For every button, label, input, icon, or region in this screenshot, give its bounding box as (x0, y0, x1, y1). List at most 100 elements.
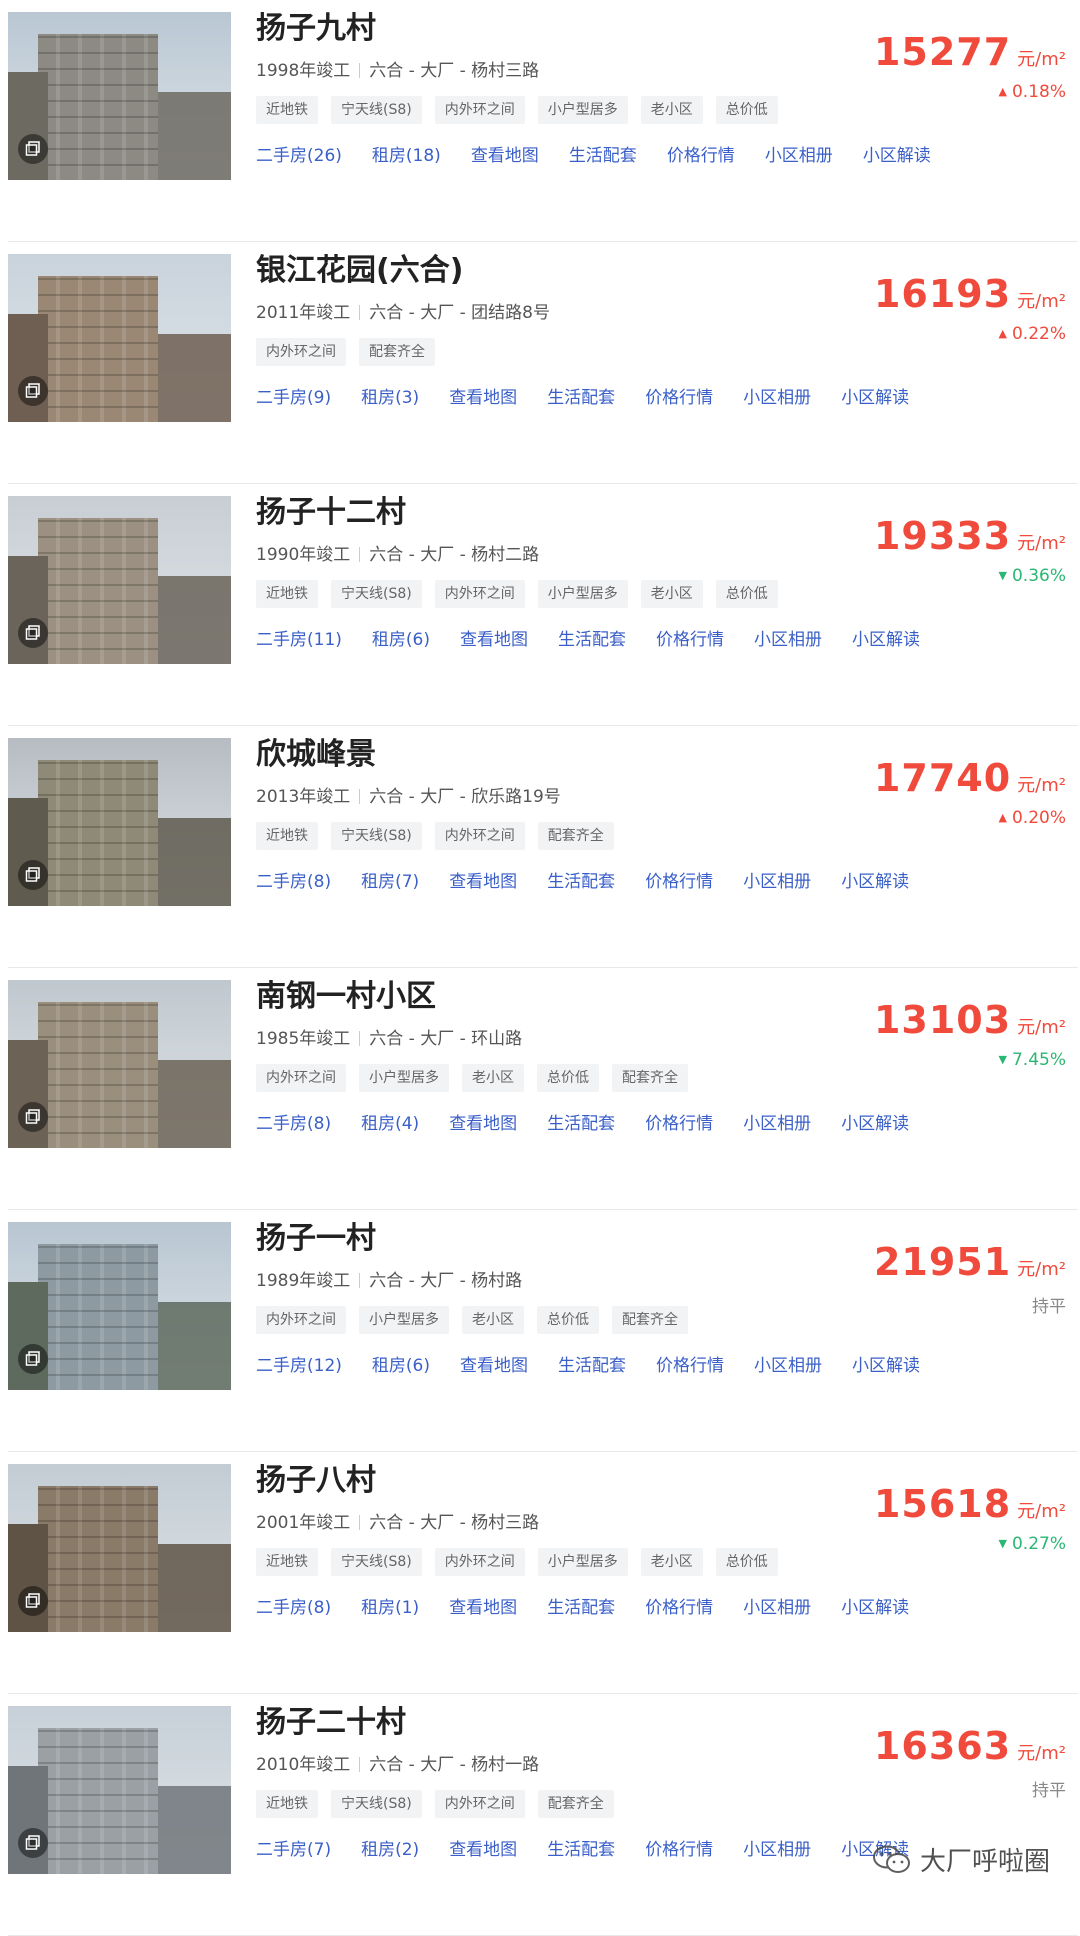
action-link[interactable]: 生活配套 (547, 388, 615, 408)
community-name[interactable]: 银江花园(六合) (256, 252, 896, 290)
community-photo[interactable] (8, 12, 231, 180)
action-link[interactable]: 价格行情 (645, 1114, 713, 1134)
community-photo[interactable] (8, 980, 231, 1148)
action-link[interactable]: 查看地图 (449, 872, 517, 892)
action-link[interactable]: 生活配套 (558, 630, 626, 650)
action-link[interactable]: 查看地图 (449, 388, 517, 408)
action-link[interactable]: 二手房(26) (256, 146, 342, 166)
meta-divider (359, 1757, 361, 1772)
action-link[interactable]: 生活配套 (547, 872, 615, 892)
action-link[interactable]: 查看地图 (460, 1356, 528, 1376)
action-link[interactable]: 查看地图 (449, 1114, 517, 1134)
action-link[interactable]: 小区解读 (841, 1598, 909, 1618)
community-photo[interactable] (8, 254, 231, 422)
action-link[interactable]: 租房(3) (361, 388, 419, 408)
community-item[interactable]: 扬子一村 1989年竣工 六合 - 大厂 - 杨村路 内外环之间 小户型居多 老小区 总价低… (0, 1210, 1080, 1452)
action-link[interactable]: 价格行情 (656, 630, 724, 650)
action-link[interactable]: 租房(7) (361, 872, 419, 892)
action-link[interactable]: 小区解读 (841, 1114, 909, 1134)
feature-tag: 老小区 (640, 580, 703, 608)
action-link[interactable]: 生活配套 (547, 1840, 615, 1860)
community-info: 扬子二十村 2010年竣工 六合 - 大厂 - 杨村一路 近地铁 宁天线(S8) 内外环之… (256, 1704, 909, 1862)
action-link[interactable]: 二手房(9) (256, 388, 331, 408)
action-link[interactable]: 二手房(8) (256, 1598, 331, 1618)
photo-album-icon[interactable] (18, 1344, 48, 1374)
action-link[interactable]: 小区解读 (841, 388, 909, 408)
action-link[interactable]: 二手房(8) (256, 1114, 331, 1134)
action-link[interactable]: 生活配套 (569, 146, 637, 166)
community-item[interactable]: 扬子十二村 1990年竣工 六合 - 大厂 - 杨村二路 近地铁 宁天线(S8) 内外环之… (0, 484, 1080, 726)
action-link[interactable]: 小区解读 (863, 146, 931, 166)
community-photo[interactable] (8, 738, 231, 906)
community-item[interactable]: 扬子八村 2001年竣工 六合 - 大厂 - 杨村三路 近地铁 宁天线(S8) 内外环之间… (0, 1452, 1080, 1694)
action-link[interactable]: 生活配套 (558, 1356, 626, 1376)
action-link[interactable]: 价格行情 (645, 388, 713, 408)
action-link[interactable]: 查看地图 (460, 630, 528, 650)
community-item[interactable]: 扬子九村 1998年竣工 六合 - 大厂 - 杨村三路 近地铁 宁天线(S8) 内外环之间… (0, 0, 1080, 242)
action-link[interactable]: 租房(6) (372, 1356, 430, 1376)
action-link[interactable]: 租房(1) (361, 1598, 419, 1618)
action-link[interactable]: 小区相册 (754, 1356, 822, 1376)
action-link[interactable]: 小区解读 (841, 872, 909, 892)
action-link[interactable]: 租房(18) (372, 146, 441, 166)
action-link[interactable]: 小区相册 (754, 630, 822, 650)
photo-album-icon[interactable] (18, 860, 48, 890)
price-unit: 元/m² (1017, 1017, 1066, 1038)
community-item[interactable]: 银江花园(六合) 2011年竣工 六合 - 大厂 - 团结路8号 内外环之间 配套齐全二… (0, 242, 1080, 484)
community-item[interactable]: 扬子二十村 2010年竣工 六合 - 大厂 - 杨村一路 近地铁 宁天线(S8) 内外环之… (0, 1694, 1080, 1936)
community-name[interactable]: 扬子九村 (256, 10, 896, 48)
price-value: 21951 (873, 1240, 1012, 1284)
community-photo[interactable] (8, 1464, 231, 1632)
action-link[interactable]: 查看地图 (449, 1598, 517, 1618)
price-unit: 元/m² (1017, 775, 1066, 796)
action-link[interactable]: 价格行情 (645, 1598, 713, 1618)
action-link[interactable]: 租房(4) (361, 1114, 419, 1134)
community-name[interactable]: 扬子二十村 (256, 1704, 896, 1742)
action-link[interactable]: 二手房(8) (256, 872, 331, 892)
feature-tag: 小户型居多 (359, 1306, 449, 1334)
action-link[interactable]: 价格行情 (645, 872, 713, 892)
price-value: 15618 (873, 1482, 1012, 1526)
community-name[interactable]: 扬子十二村 (256, 494, 896, 532)
community-photo[interactable] (8, 1706, 231, 1874)
action-link[interactable]: 价格行情 (645, 1840, 713, 1860)
action-link[interactable]: 生活配套 (547, 1114, 615, 1134)
community-item[interactable]: 欣城峰景 2013年竣工 六合 - 大厂 - 欣乐路19号 近地铁 宁天线(S8) 内外环… (0, 726, 1080, 968)
action-link[interactable]: 小区相册 (743, 1840, 811, 1860)
action-link[interactable]: 租房(6) (372, 630, 430, 650)
action-link[interactable]: 二手房(11) (256, 630, 342, 650)
action-link[interactable]: 小区解读 (852, 1356, 920, 1376)
photo-album-icon[interactable] (18, 376, 48, 406)
action-link[interactable]: 小区解读 (852, 630, 920, 650)
action-link[interactable]: 小区相册 (743, 872, 811, 892)
photo-album-icon[interactable] (18, 1828, 48, 1858)
photo-album-icon[interactable] (18, 1586, 48, 1616)
community-name[interactable]: 扬子一村 (256, 1220, 896, 1258)
action-link[interactable]: 价格行情 (656, 1356, 724, 1376)
action-link[interactable]: 价格行情 (667, 146, 735, 166)
action-link[interactable]: 租房(2) (361, 1840, 419, 1860)
action-link[interactable]: 二手房(12) (256, 1356, 342, 1376)
community-photo[interactable] (8, 496, 231, 664)
community-photo[interactable] (8, 1222, 231, 1390)
location: 六合 - 大厂 - 杨村三路 (369, 61, 540, 81)
action-link[interactable]: 二手房(7) (256, 1840, 331, 1860)
price-change: ▼ 0.36% (874, 566, 1066, 586)
community-name[interactable]: 欣城峰景 (256, 736, 896, 774)
community-item[interactable]: 南钢一村小区 1985年竣工 六合 - 大厂 - 环山路 内外环之间 小户型居多 老小区总… (0, 968, 1080, 1210)
photo-album-icon[interactable] (18, 1102, 48, 1132)
action-link[interactable]: 小区相册 (743, 1114, 811, 1134)
feature-tag: 小户型居多 (359, 1064, 449, 1092)
action-link[interactable]: 小区相册 (743, 388, 811, 408)
action-link[interactable]: 查看地图 (471, 146, 539, 166)
photo-album-icon[interactable] (18, 618, 48, 648)
action-links: 二手房(8) 租房(4) 查看地图 生活配套 价格行情 小区相册 小区解读 (256, 1112, 909, 1136)
photo-album-icon[interactable] (18, 134, 48, 164)
action-link[interactable]: 查看地图 (449, 1840, 517, 1860)
action-link[interactable]: 小区相册 (765, 146, 833, 166)
action-link[interactable]: 生活配套 (547, 1598, 615, 1618)
community-name[interactable]: 南钢一村小区 (256, 978, 896, 1016)
community-name[interactable]: 扬子八村 (256, 1462, 896, 1500)
feature-tag: 老小区 (640, 1548, 703, 1576)
action-link[interactable]: 小区相册 (743, 1598, 811, 1618)
